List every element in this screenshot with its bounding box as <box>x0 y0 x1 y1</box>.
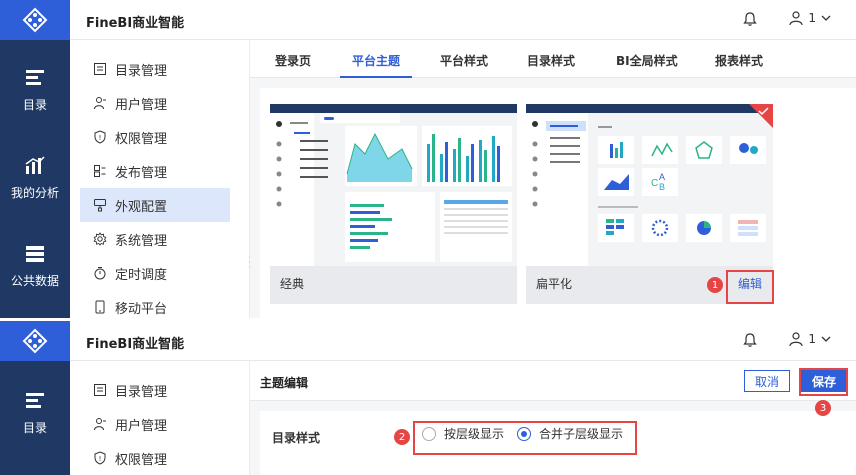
sidebar-item-label: 移动平台 <box>115 301 168 317</box>
svg-text:A: A <box>659 172 665 182</box>
tab-platform-style[interactable]: 平台样式 <box>440 52 488 69</box>
mobile-icon <box>93 300 109 314</box>
radio-highlight-box <box>413 421 637 455</box>
app-title: FineBI商业智能 <box>86 337 185 352</box>
classic-theme-preview <box>270 104 517 266</box>
sidebar-item-users[interactable]: 用户管理 <box>80 86 230 120</box>
sidebar-item-schedule[interactable]: 定时调度 <box>80 256 230 290</box>
tab-bar: 登录页 平台主题 平台样式 目录样式 BI全局样式 报表样式 <box>250 40 856 78</box>
sidebar-item-publish[interactable]: 发布管理 <box>80 154 230 188</box>
top-bar: FineBI商业智能 1 <box>70 321 856 361</box>
bell-icon[interactable] <box>742 11 758 27</box>
rail-item-public-data[interactable]: 公共数据 <box>0 244 70 289</box>
sidebar-item-mobile[interactable]: 移动平台 <box>80 290 230 318</box>
edit-highlight-box <box>726 270 774 304</box>
theme-name: 经典 <box>280 277 305 291</box>
svg-text:!: ! <box>99 455 102 463</box>
save-highlight-box <box>799 368 848 396</box>
top-bar: FineBI商业智能 1 <box>70 0 856 40</box>
analysis-icon <box>25 156 45 174</box>
theme-list-panel: 目录 我的分析 公共数据 FineBI商业智能 1 目录管理 用户管理 ! 权限… <box>0 0 856 318</box>
annotation-badge-2: 2 <box>394 429 410 445</box>
app-logo[interactable] <box>0 0 70 40</box>
shield-icon: ! <box>93 130 109 144</box>
sidebar-item-label: 目录管理 <box>115 384 168 400</box>
rail-item-label: 目录 <box>22 421 47 435</box>
app-title: FineBI商业智能 <box>86 16 185 31</box>
sidebar-item-label: 用户管理 <box>115 418 168 434</box>
directory-icon <box>93 383 109 397</box>
bell-icon[interactable] <box>742 332 758 348</box>
catalog-icon <box>26 393 44 408</box>
sidebar-item-system[interactable]: 系统管理 <box>80 222 230 256</box>
directory-icon <box>93 62 109 76</box>
user-icon <box>93 96 109 110</box>
rail-item-label: 公共数据 <box>10 274 59 288</box>
user-name: 1 <box>808 332 816 346</box>
app-logo[interactable] <box>0 321 70 361</box>
editor-content: 主题编辑 取消 保存 目录样式 按层级显示 合并子层级显示 <box>250 361 856 475</box>
chevron-down-icon <box>821 336 831 342</box>
database-icon <box>26 246 44 262</box>
card-footer: 经典 <box>270 266 517 304</box>
flat-theme-preview: CAB <box>526 104 773 266</box>
sidebar-item-label: 外观配置 <box>115 199 168 215</box>
sidebar-item-users[interactable]: 用户管理 <box>80 407 230 441</box>
svg-text:C: C <box>651 178 658 189</box>
editor-header: 主题编辑 取消 保存 <box>250 361 856 401</box>
sidebar-item-label: 定时调度 <box>115 267 168 283</box>
rail-item-label: 我的分析 <box>10 186 59 200</box>
shield-icon: ! <box>93 451 109 465</box>
sidebar-item-label: 目录管理 <box>115 63 168 79</box>
timer-icon <box>93 266 109 280</box>
appearance-icon <box>93 198 109 212</box>
user-icon <box>789 11 803 26</box>
user-icon <box>789 332 803 347</box>
svg-text:!: ! <box>99 134 102 142</box>
rail-item-catalog[interactable]: 目录 <box>0 391 70 436</box>
tab-report-style[interactable]: 报表样式 <box>715 52 763 69</box>
user-name: 1 <box>808 11 816 25</box>
rail-item-analysis[interactable]: 我的分析 <box>0 156 70 201</box>
sidebar-item-label: 用户管理 <box>115 97 168 113</box>
theme-card-classic[interactable]: 经典 <box>270 104 517 304</box>
sidebar-item-directory[interactable]: 目录管理 <box>80 373 230 407</box>
catalog-icon <box>26 70 44 85</box>
tab-catalog-style[interactable]: 目录样式 <box>527 52 575 69</box>
sidebar-item-label: 权限管理 <box>115 452 168 468</box>
theme-editor-panel: 目录 FineBI商业智能 1 目录管理 用户管理 ! 权限管理 主题编辑 取消… <box>0 321 856 475</box>
chevron-down-icon <box>821 15 831 21</box>
sidebar-item-appearance[interactable]: 外观配置 <box>80 188 230 222</box>
user-icon <box>93 417 109 431</box>
annotation-badge-1: 1 <box>707 277 723 293</box>
theme-name: 扁平化 <box>536 277 573 291</box>
active-tab-indicator <box>340 76 412 78</box>
sidebar-item-directory[interactable]: 目录管理 <box>80 52 230 86</box>
catalog-style-label: 目录样式 <box>272 431 321 445</box>
sidebar-item-label: 系统管理 <box>115 233 168 249</box>
gear-icon <box>93 232 109 246</box>
left-rail: 目录 我的分析 公共数据 <box>0 0 70 318</box>
tab-bi-global-style[interactable]: BI全局样式 <box>616 52 678 69</box>
sidebar-item-permissions[interactable]: ! 权限管理 <box>80 441 230 475</box>
editor-title: 主题编辑 <box>260 376 309 390</box>
publish-icon <box>93 164 109 178</box>
tab-login-page[interactable]: 登录页 <box>275 52 311 69</box>
logo-icon <box>22 7 48 33</box>
tab-platform-theme[interactable]: 平台主题 <box>352 52 400 69</box>
rail-item-catalog[interactable]: 目录 <box>0 68 70 113</box>
cancel-button[interactable]: 取消 <box>744 370 790 392</box>
sidebar-item-label: 发布管理 <box>115 165 168 181</box>
left-rail: 目录 <box>0 321 70 475</box>
annotation-badge-3: 3 <box>815 400 831 416</box>
sidebar-item-permissions[interactable]: ! 权限管理 <box>80 120 230 154</box>
svg-text:B: B <box>659 182 665 192</box>
user-menu[interactable]: 1 <box>788 10 832 26</box>
sidebar-item-label: 权限管理 <box>115 131 168 147</box>
side-nav: 目录管理 用户管理 ! 权限管理 发布管理 外观配置 系统管理 定时调度 移动平 <box>70 40 250 318</box>
user-menu[interactable]: 1 <box>788 331 832 347</box>
rail-item-label: 目录 <box>22 98 47 112</box>
side-nav: 目录管理 用户管理 ! 权限管理 <box>70 361 250 475</box>
logo-icon <box>22 328 48 354</box>
